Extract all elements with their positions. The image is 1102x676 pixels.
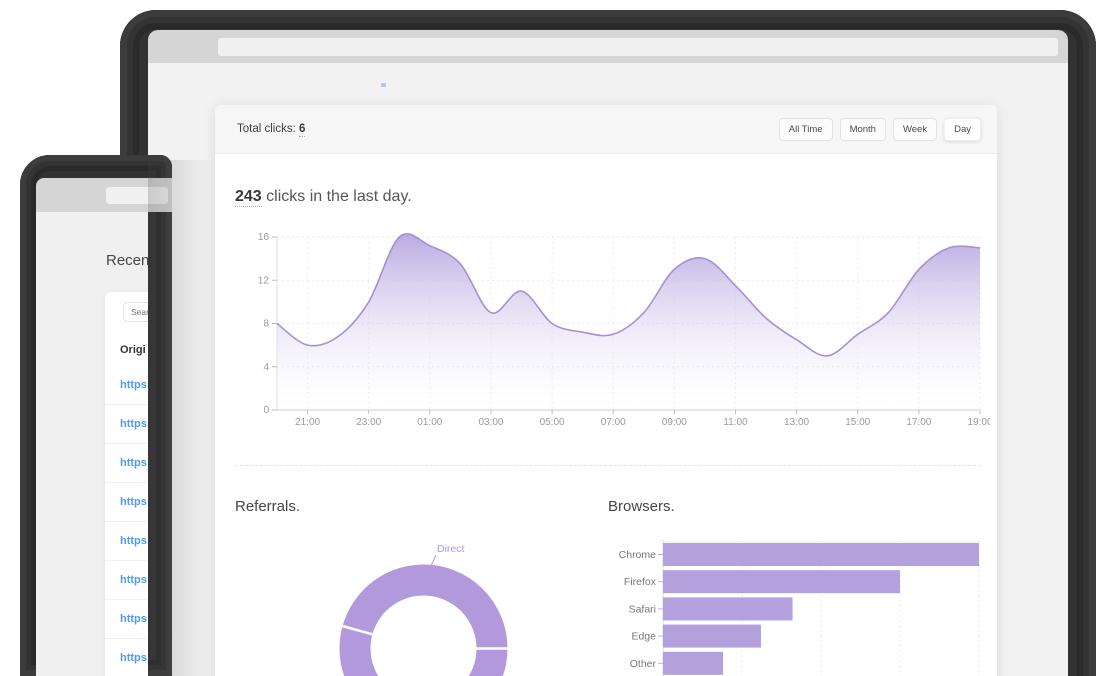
table-row: https: xyxy=(105,405,148,444)
table-row: https: xyxy=(105,522,148,561)
svg-text:12: 12 xyxy=(258,275,270,286)
table-row: https: xyxy=(105,600,148,639)
table-row: https: xyxy=(105,639,148,676)
svg-text:8: 8 xyxy=(263,319,269,330)
page-dot xyxy=(381,83,386,87)
svg-text:23:00: 23:00 xyxy=(356,417,381,428)
search-input[interactable] xyxy=(123,302,148,322)
filter-week-button[interactable]: Week xyxy=(893,118,937,141)
clicks-headline-text: clicks in the last day. xyxy=(266,188,412,205)
maximize-window-button[interactable] xyxy=(198,42,208,52)
origin-link[interactable]: https: xyxy=(105,496,148,508)
origin-link[interactable]: https: xyxy=(105,574,148,586)
svg-text:19:00: 19:00 xyxy=(967,417,990,428)
recent-clicks-browser-window: Recen Origi https:https:https:https:http… xyxy=(20,155,172,676)
minimize-window-button[interactable] xyxy=(181,42,191,52)
page-background: Total clicks: 6 All Time Month Week Day … xyxy=(148,63,1068,676)
origin-column-header: Origi xyxy=(120,344,146,356)
total-clicks: Total clicks: 6 xyxy=(237,123,305,135)
svg-text:07:00: 07:00 xyxy=(601,417,626,428)
window-titlebar xyxy=(148,30,1068,63)
recent-clicks-heading: Recen xyxy=(106,252,148,269)
origin-link[interactable]: https: xyxy=(105,535,148,547)
recent-clicks-card: Origi https:https:https:https:https:http… xyxy=(105,292,148,676)
svg-text:16: 16 xyxy=(258,232,270,243)
dashboard-browser-window: Total clicks: 6 All Time Month Week Day … xyxy=(120,10,1096,676)
table-row: https: xyxy=(105,561,148,600)
svg-text:13:00: 13:00 xyxy=(784,417,809,428)
origin-link[interactable]: https: xyxy=(105,457,148,469)
browsers-bar-chart: Chrome Firefox Safari Edge Other xyxy=(600,535,1000,676)
close-window-button[interactable] xyxy=(164,42,174,52)
total-clicks-value: 6 xyxy=(299,123,305,137)
table-row: https: xyxy=(105,483,148,522)
origin-link[interactable]: https: xyxy=(105,613,148,625)
url-bar[interactable] xyxy=(218,38,1058,56)
page-background: Recen Origi https:https:https:https:http… xyxy=(36,212,148,676)
svg-text:21:00: 21:00 xyxy=(295,417,320,428)
svg-text:Chrome: Chrome xyxy=(619,549,657,561)
svg-text:15:00: 15:00 xyxy=(845,417,870,428)
clicks-area-chart: 0 4 8 12 16 21:00 23:00 01:00 03:00 05:00 07:00 09:… xyxy=(245,230,990,430)
svg-text:17:00: 17:00 xyxy=(906,417,931,428)
svg-text:Other: Other xyxy=(630,658,657,670)
svg-text:11:00: 11:00 xyxy=(723,417,748,428)
card-header: Total clicks: 6 All Time Month Week Day xyxy=(215,105,997,154)
svg-text:Firefox: Firefox xyxy=(624,576,657,588)
svg-text:03:00: 03:00 xyxy=(478,417,503,428)
recent-clicks-table: https: https: https: https: https: https: http… xyxy=(105,366,148,676)
origin-link[interactable]: https: xyxy=(105,418,148,430)
filter-day-button[interactable]: Day xyxy=(944,118,981,141)
referrals-title: Referrals. xyxy=(235,498,300,515)
analytics-card: Total clicks: 6 All Time Month Week Day … xyxy=(215,105,997,676)
svg-text:0: 0 xyxy=(263,405,269,416)
svg-text:Safari: Safari xyxy=(629,603,656,615)
section-divider xyxy=(235,465,981,466)
svg-text:09:00: 09:00 xyxy=(662,417,687,428)
svg-text:Edge: Edge xyxy=(631,631,656,643)
clicks-count: 243 xyxy=(235,188,262,207)
origin-link[interactable]: https: xyxy=(105,379,148,391)
time-filter-group: All Time Month Week Day xyxy=(779,118,981,141)
url-bar[interactable] xyxy=(106,187,168,204)
filter-all-time-button[interactable]: All Time xyxy=(779,118,833,141)
total-clicks-label: Total clicks: xyxy=(237,123,296,135)
table-row: https: xyxy=(105,444,148,483)
maximize-window-button[interactable] xyxy=(83,190,93,200)
window-titlebar xyxy=(36,178,172,212)
origin-link[interactable]: https: xyxy=(105,652,148,664)
svg-text:Direct: Direct xyxy=(437,543,465,555)
browsers-title: Browsers. xyxy=(608,498,675,515)
svg-text:01:00: 01:00 xyxy=(417,417,442,428)
svg-text:4: 4 xyxy=(263,362,269,373)
filter-month-button[interactable]: Month xyxy=(840,118,886,141)
clicks-headline: 243 clicks in the last day. xyxy=(235,188,412,206)
close-window-button[interactable] xyxy=(50,190,60,200)
referrals-donut-chart: Direct xyxy=(330,533,530,676)
minimize-window-button[interactable] xyxy=(67,190,77,200)
svg-text:05:00: 05:00 xyxy=(540,417,565,428)
table-row: https: xyxy=(105,366,148,405)
